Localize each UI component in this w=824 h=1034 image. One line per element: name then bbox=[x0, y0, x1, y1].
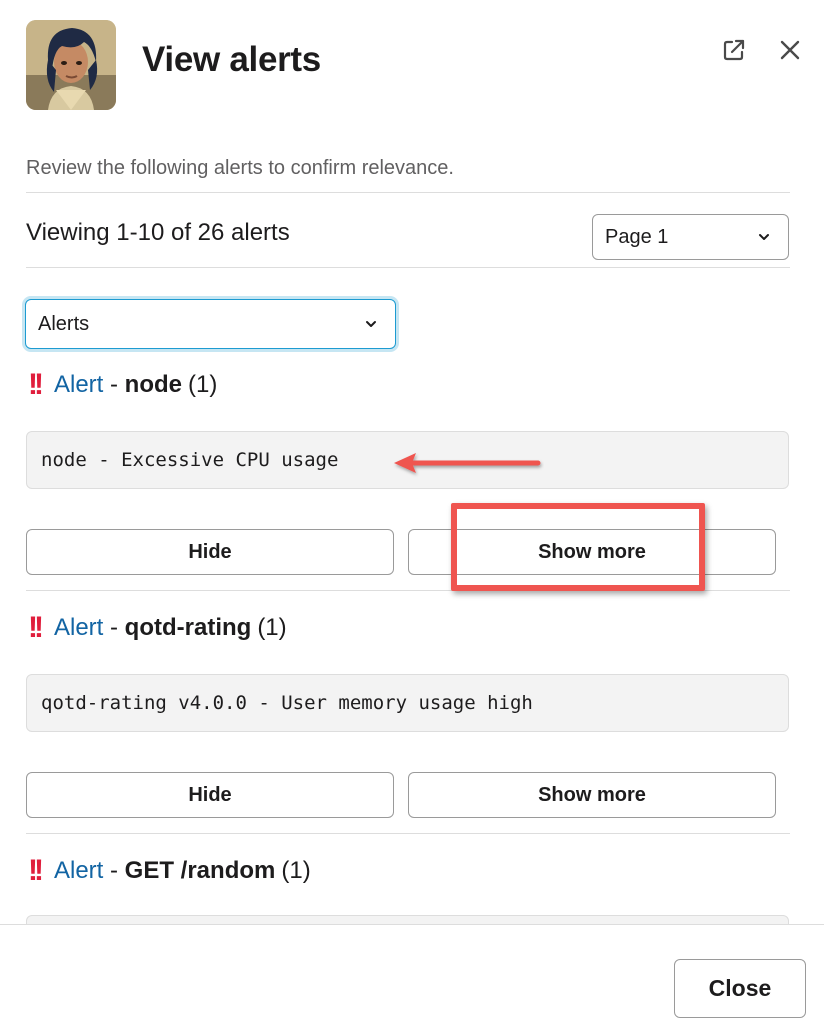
alert-heading: !! Alert - node (1) bbox=[28, 370, 217, 400]
divider bbox=[26, 590, 790, 591]
alert-count: (1) bbox=[281, 857, 311, 884]
alert-heading: !! Alert - qotd-rating (1) bbox=[28, 613, 287, 643]
app-avatar bbox=[26, 20, 116, 110]
alert-name: qotd-rating bbox=[124, 614, 252, 641]
modal-title: View alerts bbox=[142, 40, 321, 79]
chevron-down-icon bbox=[366, 321, 376, 327]
alert-message: node - Excessive CPU usage bbox=[26, 431, 789, 489]
show-more-button[interactable]: Show more bbox=[408, 772, 776, 818]
alert-message-partial bbox=[26, 915, 789, 924]
alert-name: GET /random bbox=[124, 857, 276, 884]
viewing-count: Viewing 1-10 of 26 alerts bbox=[26, 219, 290, 246]
double-exclamation-icon: !! bbox=[28, 854, 44, 887]
modal-description: Review the following alerts to confirm r… bbox=[26, 157, 454, 179]
divider bbox=[26, 192, 790, 193]
divider bbox=[26, 833, 790, 834]
chevron-down-icon bbox=[759, 234, 769, 240]
alert-link[interactable]: Alert bbox=[54, 614, 103, 642]
alert-count: (1) bbox=[257, 614, 287, 641]
alert-separator: - bbox=[103, 857, 125, 884]
alert-message: qotd-rating v4.0.0 - User memory usage h… bbox=[26, 674, 789, 732]
alerts-filter-select[interactable]: Alerts bbox=[25, 299, 396, 349]
alert-link[interactable]: Alert bbox=[54, 857, 103, 885]
alert-heading: !! Alert - GET /random (1) bbox=[28, 856, 311, 886]
alert-separator: - bbox=[103, 614, 125, 641]
double-exclamation-icon: !! bbox=[28, 611, 44, 644]
close-button[interactable]: Close bbox=[674, 959, 806, 1018]
divider bbox=[26, 267, 790, 268]
hide-button[interactable]: Hide bbox=[26, 772, 394, 818]
alert-separator: - bbox=[103, 371, 125, 398]
close-icon[interactable] bbox=[776, 36, 804, 64]
hide-button[interactable]: Hide bbox=[26, 529, 394, 575]
alert-link[interactable]: Alert bbox=[54, 371, 103, 399]
page-select-value: Page 1 bbox=[605, 225, 669, 248]
scroll-clip bbox=[0, 900, 824, 924]
external-link-icon[interactable] bbox=[720, 36, 748, 64]
alert-name: node bbox=[124, 371, 182, 398]
footer-divider bbox=[0, 924, 824, 925]
page-select[interactable]: Page 1 bbox=[592, 214, 789, 260]
show-more-button[interactable]: Show more bbox=[408, 529, 776, 575]
double-exclamation-icon: !! bbox=[28, 368, 44, 401]
view-alerts-modal: View alerts Review the following alerts … bbox=[0, 0, 824, 1034]
alert-count: (1) bbox=[188, 371, 218, 398]
alerts-filter-value: Alerts bbox=[38, 312, 90, 335]
